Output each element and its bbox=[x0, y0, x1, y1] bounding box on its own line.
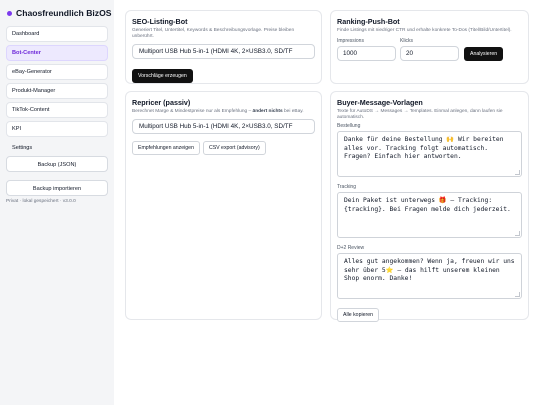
seo-card-description: Generiert Titel, Untertitel, Keywords & … bbox=[132, 28, 295, 40]
buyer-card-description: Texte für AutoDS → Messages → Templates.… bbox=[337, 109, 503, 121]
clicks-input[interactable]: 20 bbox=[400, 46, 459, 62]
template-label-review: D+2 Review bbox=[337, 245, 365, 252]
sidebar-item-ebay-generator[interactable]: eBay-Generator bbox=[6, 64, 108, 80]
repricer-product-select[interactable]: Multiport USB Hub 5-in-1 (HDMI 4K, 2×USB… bbox=[132, 119, 315, 135]
analyze-button[interactable]: Analysieren bbox=[464, 47, 504, 62]
template-label-tracking: Tracking bbox=[337, 184, 356, 191]
sidebar-item-bot-center[interactable]: Bot-Center bbox=[6, 45, 108, 61]
show-recommendations-button[interactable]: Empfehlungen anzeigen bbox=[132, 141, 200, 156]
repricer-card-description: Berechnet Marge & Mindestpreise nur als … bbox=[132, 109, 304, 114]
sidebar-item-dashboard[interactable]: Dashboard bbox=[6, 26, 108, 42]
ranking-card-description: Finde Listings mit niedriger CTR und erh… bbox=[337, 28, 512, 33]
ranking-card-title: Ranking-Push-Bot bbox=[337, 17, 400, 26]
sidebar: Chaosfreundlich BizOS Dashboard Bot-Cent… bbox=[0, 0, 114, 405]
csv-export-button[interactable]: CSV export (advisory) bbox=[202, 141, 266, 156]
repricer-card-title: Repricer (passiv) bbox=[132, 98, 191, 107]
brand-dot-icon bbox=[7, 10, 12, 16]
template-textarea-tracking[interactable]: Dein Paket ist unterwegs 🎁 – Tracking: {… bbox=[337, 192, 522, 239]
sidebar-item-kpi[interactable]: KPI bbox=[6, 121, 108, 137]
copy-all-button[interactable]: Alle kopieren bbox=[337, 308, 379, 323]
impressions-input[interactable]: 1000 bbox=[337, 46, 396, 62]
main-content: SEO-Listing-Bot Generiert Titel, Unterti… bbox=[114, 0, 540, 405]
impressions-label: Impressions bbox=[337, 38, 364, 45]
template-textarea-bestellung[interactable]: Danke für deine Bestellung 🙌 Wir bereite… bbox=[337, 131, 522, 178]
brand: Chaosfreundlich BizOS bbox=[7, 8, 112, 18]
storage-status: Privat · lokal gespeichert · v3.0.0 bbox=[6, 199, 76, 204]
backup-json-button[interactable]: Backup (JSON) bbox=[6, 156, 108, 172]
seo-card-title: SEO-Listing-Bot bbox=[132, 17, 188, 26]
sidebar-item-settings[interactable]: Settings bbox=[6, 140, 108, 156]
buyer-message-templates-card: Buyer-Message-Vorlagen Texte für AutoDS … bbox=[330, 91, 529, 323]
generate-suggestions-button[interactable]: Vorschläge erzeugen bbox=[132, 69, 193, 84]
seo-listing-bot-card: SEO-Listing-Bot Generiert Titel, Unterti… bbox=[125, 10, 322, 84]
backup-import-button[interactable]: Backup importieren bbox=[6, 180, 108, 196]
buyer-card-title: Buyer-Message-Vorlagen bbox=[337, 98, 423, 107]
repricer-card: Repricer (passiv) Berechnet Marge & Mind… bbox=[125, 91, 322, 320]
app-title: Chaosfreundlich BizOS bbox=[16, 8, 112, 18]
seo-product-select[interactable]: Multiport USB Hub 5-in-1 (HDMI 4K, 2×USB… bbox=[132, 44, 315, 60]
template-textarea-review[interactable]: Alles gut angekommen? Wenn ja, freuen wi… bbox=[337, 253, 522, 300]
sidebar-item-tiktok-content[interactable]: TikTok-Content bbox=[6, 102, 108, 118]
clicks-label: Klicks bbox=[400, 38, 414, 45]
sidebar-item-produkt-manager[interactable]: Produkt-Manager bbox=[6, 83, 108, 99]
ranking-push-bot-card: Ranking-Push-Bot Finde Listings mit nied… bbox=[330, 10, 529, 84]
template-label-bestellung: Bestellung bbox=[337, 123, 361, 130]
